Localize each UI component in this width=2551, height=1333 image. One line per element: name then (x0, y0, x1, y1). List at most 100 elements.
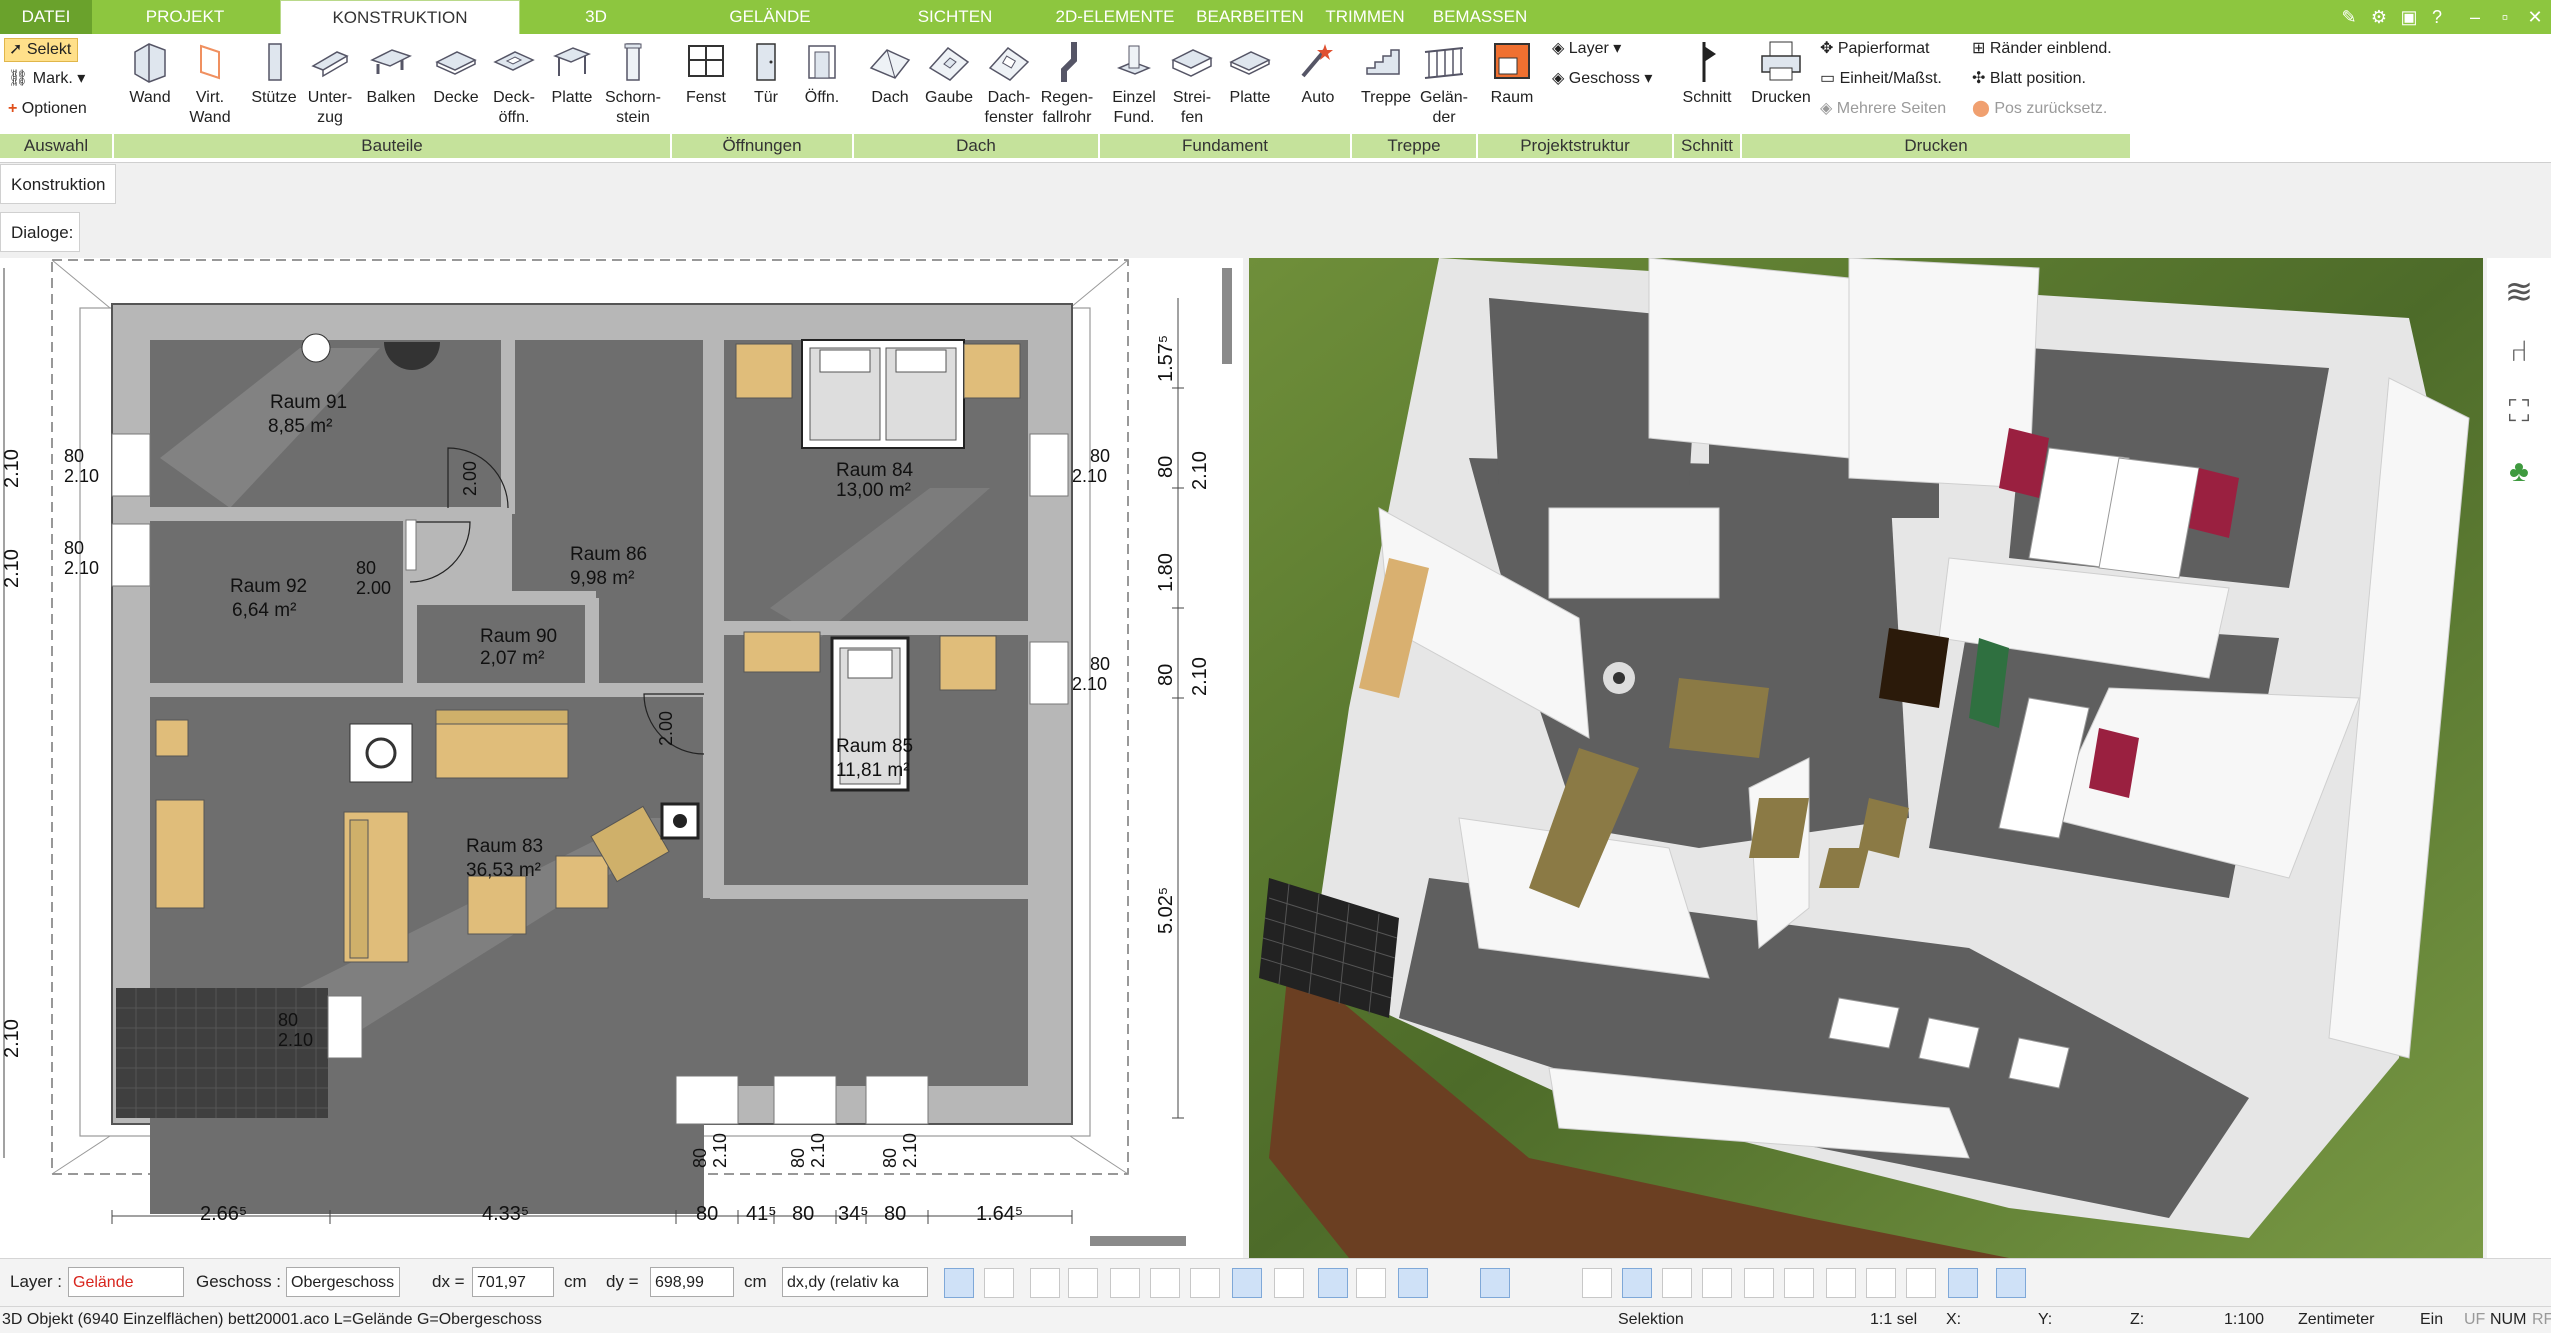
schnitt-button[interactable]: Schnitt (1678, 38, 1736, 108)
raum-button[interactable]: Raum (1484, 38, 1540, 108)
selekt-button[interactable]: ➚ Selekt (4, 38, 79, 62)
snap-point-icon[interactable] (1702, 1268, 1732, 1298)
layer-button[interactable]: ◈ Layer ▾ (1552, 38, 1621, 60)
cursor-snap-icon[interactable] (1996, 1268, 2026, 1298)
print-preview-icon[interactable] (1582, 1268, 1612, 1298)
decke-button[interactable]: Decke (428, 38, 484, 108)
coordinate-mode-select[interactable]: dx,dy (relativ ka (782, 1267, 928, 1297)
papierformat-button[interactable]: ✥ Papierformat (1820, 38, 1929, 60)
schornstein-button[interactable]: Schorn-stein (600, 38, 666, 128)
svg-text:2.00: 2.00 (356, 578, 391, 598)
gelaender-button[interactable]: Gelän-der (1414, 38, 1474, 128)
ortho-icon[interactable] (1948, 1268, 1978, 1298)
raender-einblenden-button[interactable]: ⊞ Ränder einblend. (1972, 38, 2112, 60)
close-icon[interactable]: ✕ (2522, 4, 2548, 30)
maximize-icon[interactable]: ▫ (2492, 4, 2518, 30)
geschoss-button[interactable]: ◈ Geschoss ▾ (1552, 68, 1652, 90)
hatch-icon[interactable] (944, 1268, 974, 1298)
mehrere-seiten-button[interactable]: ◈ Mehrere Seiten (1820, 98, 1946, 120)
settings-icon[interactable]: ⚙ (2366, 4, 2392, 30)
streifenfundament-button[interactable]: Strei-fen (1164, 38, 1220, 128)
vertical-scrollbar[interactable] (1222, 268, 1232, 364)
window-icon[interactable]: ▣ (2396, 4, 2422, 30)
north-icon[interactable] (1480, 1268, 1510, 1298)
snap-center-icon[interactable] (1744, 1268, 1774, 1298)
fill-icon[interactable] (984, 1268, 1014, 1298)
layers-stack-icon[interactable]: ≋ (2499, 272, 2539, 312)
dach-button[interactable]: Dach (862, 38, 918, 108)
regenfallrohr-button[interactable]: Regen-fallrohr (1036, 38, 1098, 128)
select-frame-icon[interactable] (1274, 1268, 1304, 1298)
3d-scene[interactable] (1249, 258, 2483, 1258)
tab-gelaende[interactable]: GELÄNDE (700, 0, 840, 34)
fundamentplatte-button[interactable]: Platte (1222, 38, 1278, 108)
door-icon (756, 43, 776, 81)
einheit-massstab-button[interactable]: ▭ Einheit/Maßst. (1820, 68, 1942, 90)
fenster-button[interactable]: Fenst (678, 38, 734, 108)
line-weight-icon[interactable] (1030, 1268, 1060, 1298)
grid-icon[interactable] (1906, 1268, 1936, 1298)
panel-tab-konstruktion[interactable]: Konstruktion (0, 164, 116, 204)
treppe-button[interactable]: Treppe (1356, 38, 1416, 108)
tab-2d-elemente[interactable]: 2D-ELEMENTE (1050, 0, 1180, 34)
gaube-button[interactable]: Gaube (920, 38, 978, 108)
chair-icon[interactable]: ⑁ (2499, 332, 2539, 372)
dimension-icon[interactable] (1190, 1268, 1220, 1298)
terrain-icon[interactable] (1356, 1268, 1386, 1298)
layer-select[interactable]: Gelände (68, 1267, 184, 1297)
room-text-icon[interactable] (1110, 1268, 1140, 1298)
geschoss-select[interactable]: Obergeschoss (286, 1267, 400, 1297)
snap-end-icon[interactable] (1826, 1268, 1856, 1298)
info-bar: 3D Objekt (6940 Einzelflächen) bett20001… (0, 1306, 2551, 1333)
dachfenster-button[interactable]: Dach-fenster (978, 38, 1040, 128)
snap-line-icon[interactable] (1784, 1268, 1814, 1298)
tab-datei[interactable]: DATEI (0, 0, 92, 34)
line-type-icon[interactable] (1068, 1268, 1098, 1298)
optionen-button[interactable]: + Optionen (8, 98, 87, 120)
fit-view-icon[interactable]: ⛶ (2499, 392, 2539, 432)
oeffnung-button[interactable]: Öffn. (794, 38, 850, 108)
pos-zuruecksetzen-button[interactable]: ⬤ Pos zurücksetz. (1972, 98, 2107, 120)
dy-input[interactable]: 698,99 (650, 1267, 734, 1297)
roof-view-icon[interactable] (1318, 1268, 1348, 1298)
tab-konstruktion[interactable]: KONSTRUKTION (280, 0, 520, 35)
unterzug-button[interactable]: Unter-zug (302, 38, 358, 128)
einzelfundament-button[interactable]: Einzel Fund. (1106, 38, 1162, 128)
tab-sichten[interactable]: SICHTEN (900, 0, 1010, 34)
grid-snap-icon[interactable] (1662, 1268, 1692, 1298)
ribbon-panel: ➚ Selekt ⛓ Mark. ▾ + Optionen Auswahl Wa… (0, 34, 2551, 163)
stuetze-button[interactable]: Stütze (246, 38, 302, 108)
tuer-button[interactable]: Tür (738, 38, 794, 108)
more-icon[interactable] (1528, 1268, 1558, 1298)
tab-projekt[interactable]: PROJEKT (110, 0, 260, 34)
dx-input[interactable]: 701,97 (472, 1267, 554, 1297)
wand-button[interactable]: Wand (122, 38, 178, 108)
text-abc-icon[interactable] (1150, 1268, 1180, 1298)
help-icon[interactable]: ? (2424, 4, 2450, 30)
auto-fundament-button[interactable]: Auto (1290, 38, 1346, 108)
drucken-button[interactable]: Drucken (1746, 38, 1816, 108)
floor-plan-view[interactable]: Raum 91 8,85 m² Raum 86 9,98 m² Raum 84 … (0, 258, 1243, 1258)
3d-view[interactable] (1249, 258, 2483, 1258)
tab-trimmen[interactable]: TRIMMEN (1320, 0, 1410, 34)
platte-button[interactable]: Platte (544, 38, 600, 108)
group-bauteile: Bauteile (114, 134, 670, 158)
plan-layer-icon[interactable] (1398, 1268, 1428, 1298)
tab-bemassen[interactable]: BEMASSEN (1425, 0, 1535, 34)
wall-icon (134, 43, 166, 83)
deck-oeffn-button[interactable]: Deck-öffn. (486, 38, 542, 128)
tab-bearbeiten[interactable]: BEARBEITEN (1190, 0, 1310, 34)
horizontal-scrollbar[interactable] (1090, 1236, 1186, 1246)
snap-mid-icon[interactable] (1866, 1268, 1896, 1298)
pen-icon[interactable]: ✎ (2336, 4, 2362, 30)
virt-wand-button[interactable]: Virt. Wand (182, 38, 238, 128)
balken-button[interactable]: Balken (360, 38, 422, 108)
floor-plan-canvas[interactable]: Raum 91 8,85 m² Raum 86 9,98 m² Raum 84 … (0, 258, 1243, 1258)
tree-icon[interactable]: ♣ (2499, 452, 2539, 492)
mark-button[interactable]: ⛓ Mark. ▾ (8, 68, 85, 90)
tab-3d[interactable]: 3D (560, 0, 632, 34)
frame-icon[interactable] (1232, 1268, 1262, 1298)
page-view-icon[interactable] (1622, 1268, 1652, 1298)
minimize-icon[interactable]: – (2462, 4, 2488, 30)
blatt-position-button[interactable]: ✣ Blatt position. (1972, 68, 2086, 90)
